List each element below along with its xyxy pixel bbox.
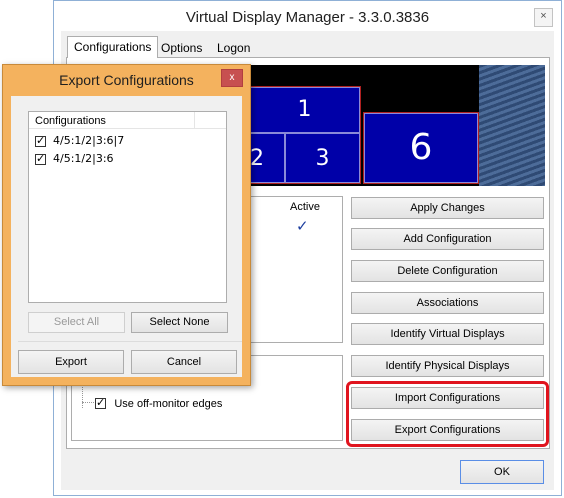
ok-button[interactable]: OK — [460, 460, 544, 484]
export-configuration-list[interactable]: Configurations 4/5:1/2|3:6|7 4/5:1/2|3:6 — [28, 111, 227, 303]
main-titlebar[interactable]: Virtual Display Manager - 3.3.0.3836 × — [54, 1, 561, 32]
column-header-active[interactable]: Active — [290, 201, 320, 213]
list-header-label[interactable]: Configurations — [35, 115, 106, 127]
dialog-close-icon[interactable]: x — [221, 69, 243, 87]
off-monitor-edges-checkbox[interactable] — [95, 396, 106, 410]
identify-virtual-displays-button[interactable]: Identify Virtual Displays — [351, 323, 544, 345]
tab-configurations[interactable]: Configurations — [67, 36, 159, 58]
tree-line — [82, 402, 94, 404]
off-monitor-edges-option[interactable]: Use off-monitor edges — [95, 396, 222, 410]
highlight-annotation — [346, 381, 549, 447]
select-none-button[interactable]: Select None — [131, 312, 228, 333]
monitor-group-outline — [248, 86, 361, 184]
window-title: Virtual Display Manager - 3.3.0.3836 — [185, 9, 430, 26]
close-icon[interactable]: × — [534, 8, 553, 27]
identify-physical-displays-button[interactable]: Identify Physical Displays — [351, 355, 544, 377]
cancel-button[interactable]: Cancel — [131, 350, 237, 374]
preview-background — [479, 65, 545, 186]
list-header: Configurations — [29, 112, 226, 129]
config-checkbox[interactable] — [35, 134, 46, 147]
list-item[interactable]: 4/5:1/2|3:6 — [35, 152, 114, 166]
active-check-icon: ✓ — [296, 218, 309, 235]
associations-button[interactable]: Associations — [351, 292, 544, 314]
tab-logon[interactable]: Logon — [211, 39, 256, 57]
config-checkbox[interactable] — [35, 152, 46, 165]
delete-configuration-button[interactable]: Delete Configuration — [351, 260, 544, 282]
apply-changes-button[interactable]: Apply Changes — [351, 197, 544, 219]
select-all-button[interactable]: Select All — [28, 312, 125, 333]
dialog-title: Export Configurations — [59, 72, 194, 88]
tab-options[interactable]: Options — [155, 39, 208, 57]
list-item[interactable]: 4/5:1/2|3:6|7 — [35, 134, 124, 148]
add-configuration-button[interactable]: Add Configuration — [351, 228, 544, 250]
dialog-separator — [18, 341, 242, 342]
config-label: 4/5:1/2|3:6 — [53, 152, 114, 165]
config-label: 4/5:1/2|3:6|7 — [53, 134, 125, 147]
monitor-group-outline — [363, 112, 479, 184]
header-divider — [194, 112, 195, 128]
off-monitor-edges-label: Use off-monitor edges — [114, 397, 223, 410]
export-button[interactable]: Export — [18, 350, 124, 374]
